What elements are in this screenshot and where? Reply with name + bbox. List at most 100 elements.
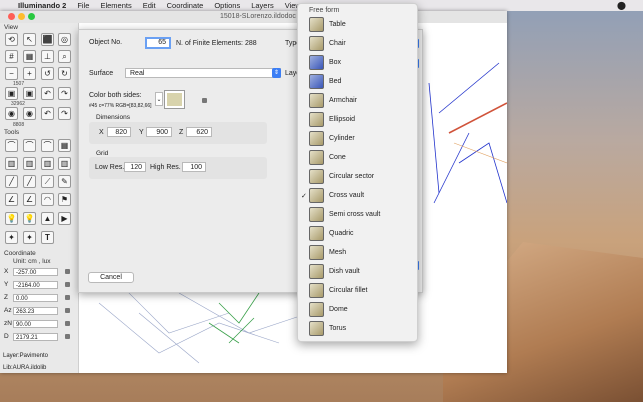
spotlight-icon[interactable]: ▲: [41, 212, 54, 225]
menubar-status-icon[interactable]: ⬤: [617, 1, 626, 10]
tilt-left-icon[interactable]: ↶: [41, 107, 54, 120]
dim-y-input[interactable]: 900: [146, 127, 172, 137]
globe-icon[interactable]: ◎: [58, 33, 71, 46]
zoom-in-icon[interactable]: +: [23, 67, 36, 80]
panel4-icon[interactable]: ▥: [58, 157, 71, 170]
menu-item-armchair[interactable]: Armchair: [298, 91, 417, 110]
coord-x-input[interactable]: -257.00: [13, 267, 58, 276]
line-icon[interactable]: ╱: [5, 175, 18, 188]
menu-item-cross-vault[interactable]: ✓ Cross vault: [298, 186, 417, 205]
view-box-icon[interactable]: ▣: [5, 87, 18, 100]
menu-layers[interactable]: Layers: [251, 1, 274, 10]
camera2-icon[interactable]: ◉: [23, 107, 36, 120]
menu-item-torus[interactable]: Torus: [298, 319, 417, 338]
coord-az-lock-icon[interactable]: [65, 308, 70, 313]
rotate-left-icon[interactable]: ↺: [41, 67, 54, 80]
zoom-window-icon[interactable]: ⌕: [58, 50, 71, 63]
vault3-icon[interactable]: ⌒: [41, 139, 54, 152]
menu-coordinate[interactable]: Coordinate: [167, 1, 204, 10]
vault-icon[interactable]: ⌒: [5, 139, 18, 152]
surface-dropdown-chevron-icon[interactable]: ⇕: [272, 68, 281, 78]
menu-options[interactable]: Options: [214, 1, 240, 10]
dim-x-input[interactable]: 820: [107, 127, 131, 137]
menu-item-circular-fillet[interactable]: Circular fillet: [298, 281, 417, 300]
projector-icon[interactable]: ▶: [58, 212, 71, 225]
bulb2-icon[interactable]: 💡: [23, 212, 36, 225]
polyline-icon[interactable]: ⟋: [41, 175, 54, 188]
grid-icon[interactable]: #: [5, 50, 18, 63]
select-arrow-icon[interactable]: ↖: [23, 33, 36, 46]
pen-icon[interactable]: ✎: [58, 175, 71, 188]
zoom-out-icon[interactable]: −: [5, 67, 18, 80]
rotate-right-icon[interactable]: ↻: [58, 67, 71, 80]
pin-icon[interactable]: ⊥: [41, 50, 54, 63]
cancel-button[interactable]: Cancel: [88, 272, 134, 283]
menu-item-cone[interactable]: Cone: [298, 148, 417, 167]
coord-z-input[interactable]: 0.00: [13, 293, 58, 302]
bulb-icon[interactable]: 💡: [5, 212, 18, 225]
menu-item-ellipsoid[interactable]: Ellipsoid: [298, 110, 417, 129]
flag-icon[interactable]: ⚑: [58, 193, 71, 206]
menu-item-table[interactable]: Table: [298, 15, 417, 34]
coord-d-lock-icon[interactable]: [65, 334, 70, 339]
tilt-right-icon[interactable]: ↷: [58, 107, 71, 120]
coord-d-input[interactable]: 2179.21: [13, 332, 58, 341]
line2-icon[interactable]: ╱: [23, 175, 36, 188]
panel-icon[interactable]: ▥: [5, 157, 18, 170]
coord-zn-lock-icon[interactable]: [65, 321, 70, 326]
light-group-icon[interactable]: ✦: [5, 231, 18, 244]
menu-item-semi-cross-vault[interactable]: Semi cross vault: [298, 205, 417, 224]
menu-item-quadric[interactable]: Quadric: [298, 224, 417, 243]
menu-edit[interactable]: Edit: [143, 1, 156, 10]
car-icon[interactable]: ⬛: [41, 33, 54, 46]
menu-item-chair[interactable]: Chair: [298, 34, 417, 53]
chair-icon: [309, 36, 324, 51]
menu-item-dome[interactable]: Dome: [298, 300, 417, 319]
coord-az-label: Az: [4, 307, 12, 314]
menu-item-bed[interactable]: Bed: [298, 72, 417, 91]
coord-y-input[interactable]: -2164.00: [13, 280, 58, 289]
camera-icon[interactable]: ◉: [5, 107, 18, 120]
table-grid-icon[interactable]: ▦: [58, 139, 71, 152]
surface-select[interactable]: Real: [125, 68, 281, 78]
coord-z-lock-icon[interactable]: [65, 295, 70, 300]
menu-elements[interactable]: Elements: [100, 1, 131, 10]
menu-item-label: Quadric: [329, 230, 354, 237]
vault2-icon[interactable]: ⌒: [23, 139, 36, 152]
panel2-icon[interactable]: ▥: [23, 157, 36, 170]
coord-zn-input[interactable]: 90.00: [13, 319, 58, 328]
finite-elements-label: N. of Finite Elements:: [176, 40, 243, 47]
orbit-left-icon[interactable]: ↶: [41, 87, 54, 100]
orbit-right-icon[interactable]: ↷: [58, 87, 71, 100]
minimize-button[interactable]: [18, 13, 25, 20]
menu-file[interactable]: File: [77, 1, 89, 10]
high-res-input[interactable]: 100: [182, 162, 206, 172]
low-res-input[interactable]: 120: [124, 162, 146, 172]
close-button[interactable]: [8, 13, 15, 20]
rotate-view-icon[interactable]: ⟲: [5, 33, 18, 46]
panel3-icon[interactable]: ▥: [41, 157, 54, 170]
maximize-button[interactable]: [28, 13, 35, 20]
menu-item-label: Armchair: [329, 97, 358, 104]
coord-az-input[interactable]: 263.23: [13, 306, 58, 315]
text-tool-icon[interactable]: T: [41, 231, 54, 244]
menu-item-box[interactable]: Box: [298, 53, 417, 72]
menu-item-cylinder[interactable]: Cylinder: [298, 129, 417, 148]
object-no-input[interactable]: 65: [145, 37, 171, 49]
menu-item-dish-vault[interactable]: Dish vault: [298, 262, 417, 281]
color-well[interactable]: [164, 90, 185, 109]
view-box2-icon[interactable]: ▣: [23, 87, 36, 100]
arc-icon[interactable]: ◠: [41, 193, 54, 206]
color-lock-icon[interactable]: [202, 98, 207, 103]
coord-y-lock-icon[interactable]: [65, 282, 70, 287]
menu-app-name[interactable]: Illuminando 2: [18, 1, 66, 10]
coord-x-lock-icon[interactable]: [65, 269, 70, 274]
dim-z-input[interactable]: 620: [186, 127, 212, 137]
grid-fine-icon[interactable]: ▦: [23, 50, 36, 63]
menu-item-circular-sector[interactable]: Circular sector: [298, 167, 417, 186]
menu-item-mesh[interactable]: Mesh: [298, 243, 417, 262]
color-dropdown-icon[interactable]: ⌄: [155, 92, 163, 106]
angle2-icon[interactable]: ∠: [23, 193, 36, 206]
light-group2-icon[interactable]: ✦: [23, 231, 36, 244]
angle-icon[interactable]: ∠: [5, 193, 18, 206]
